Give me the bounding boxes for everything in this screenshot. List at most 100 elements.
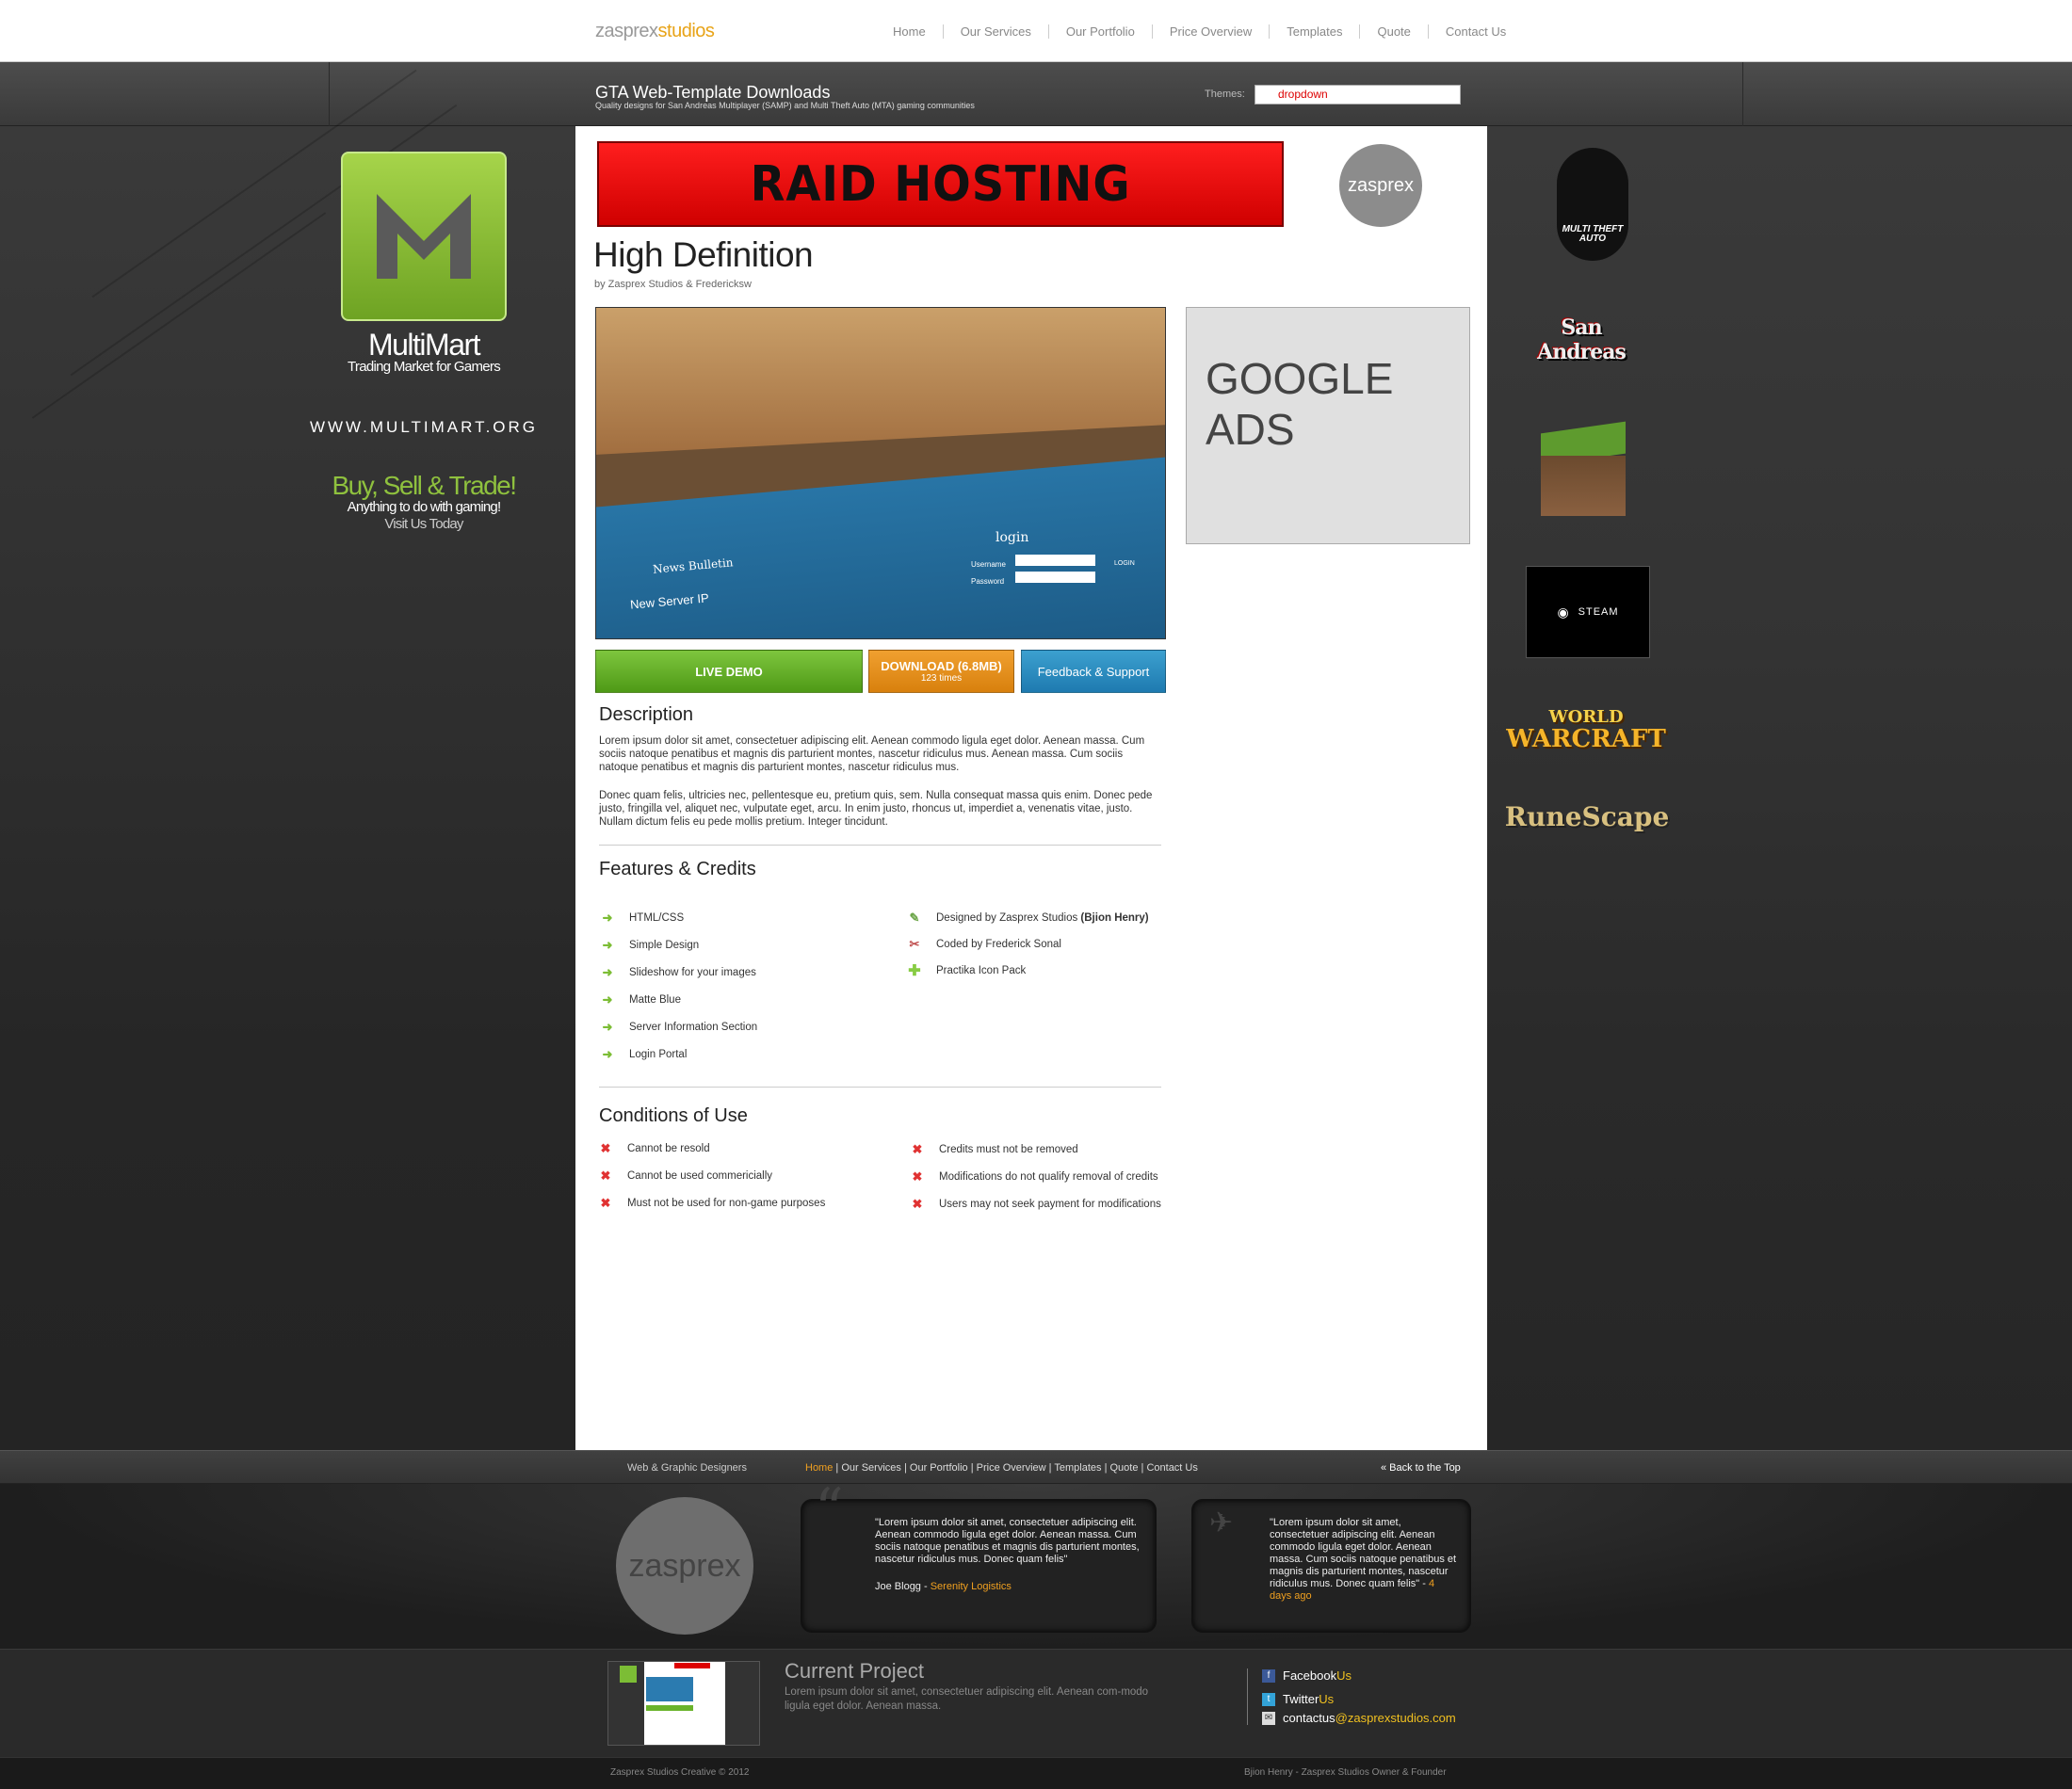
screenshot-login-label: login bbox=[996, 530, 1029, 545]
pencil-icon: ✎ bbox=[909, 911, 920, 925]
email-link[interactable]: ✉ contactus @zasprexstudios.com bbox=[1262, 1711, 1456, 1725]
minecraft-logo[interactable] bbox=[1533, 421, 1633, 525]
nav-our-services[interactable]: Our Services bbox=[942, 24, 1048, 39]
condition-label: Credits must not be removed bbox=[939, 1144, 1078, 1155]
live-demo-label: LIVE DEMO bbox=[695, 664, 763, 679]
footer-nav-home[interactable]: Home bbox=[805, 1462, 833, 1474]
credit-icons-label: Practika Icon Pack bbox=[936, 965, 1027, 976]
facebook-link[interactable]: f Facebook Us bbox=[1262, 1668, 1352, 1683]
feature-label: Server Information Section bbox=[629, 1022, 758, 1033]
description-paragraph-1: Lorem ipsum dolor sit amet, consectetuer… bbox=[599, 735, 1145, 773]
credit-coded: ✂ Coded by Frederick Sonal bbox=[908, 937, 1061, 951]
steam-logo[interactable]: ◉ STEAM bbox=[1526, 566, 1650, 658]
page-title: GTA Web-Template Downloads bbox=[595, 83, 831, 102]
san-andreas-text: San Andreas bbox=[1537, 315, 1627, 364]
mail-icon: ✉ bbox=[1262, 1711, 1275, 1725]
arrow-right-icon: ➜ bbox=[602, 1020, 613, 1034]
twitter-bird-icon: ✈ bbox=[1209, 1507, 1234, 1539]
divider bbox=[1742, 62, 1743, 126]
google-ads-placeholder[interactable]: GOOGLE ADS bbox=[1186, 307, 1470, 544]
nav-price-overview[interactable]: Price Overview bbox=[1151, 24, 1269, 39]
feedback-support-button[interactable]: Feedback & Support bbox=[1021, 650, 1166, 693]
testimonial-1-author: Joe Blogg - Serenity Logistics bbox=[875, 1581, 1012, 1593]
themes-dropdown[interactable]: dropdown bbox=[1255, 85, 1461, 105]
download-button[interactable]: DOWNLOAD (6.8MB) 123 times bbox=[868, 650, 1014, 693]
feature-item: ➜ HTML/CSS bbox=[601, 911, 685, 925]
current-project-thumbnail[interactable] bbox=[607, 1661, 760, 1746]
back-to-top-link[interactable]: « Back to the Top bbox=[1381, 1462, 1461, 1474]
screenshot-username-label: Username bbox=[971, 560, 1006, 569]
nav-contact-us[interactable]: Contact Us bbox=[1427, 24, 1523, 39]
feature-item: ➜ Server Information Section bbox=[601, 1020, 758, 1034]
condition-label: Cannot be used commericially bbox=[627, 1170, 773, 1182]
thumb-page bbox=[644, 1662, 725, 1745]
nav-our-portfolio[interactable]: Our Portfolio bbox=[1047, 24, 1152, 39]
feature-item: ➜ Slideshow for your images bbox=[601, 965, 756, 979]
site-logo[interactable]: zasprexstudios bbox=[595, 21, 715, 42]
mta-logo[interactable]: MULTI THEFT AUTO bbox=[1541, 145, 1644, 264]
twitter-icon: t bbox=[1262, 1692, 1275, 1706]
plus-icon: ✚ bbox=[908, 963, 921, 979]
runescape-text: RuneScape bbox=[1504, 800, 1670, 832]
wow-text-1: WORLD bbox=[1548, 706, 1624, 727]
wire-line bbox=[31, 212, 327, 419]
twitter-link[interactable]: t Twitter Us bbox=[1262, 1692, 1334, 1706]
thumb-screenshot bbox=[646, 1677, 693, 1701]
testimonial-1-name: Joe Blogg - bbox=[875, 1581, 931, 1592]
conditions-heading: Conditions of Use bbox=[599, 1105, 748, 1126]
condition-item: ✖ Cannot be used commericially bbox=[599, 1168, 773, 1183]
feedback-label: Feedback & Support bbox=[1037, 664, 1150, 679]
email-user: contactus bbox=[1283, 1711, 1335, 1725]
footer-nav-contact-us[interactable]: Contact Us bbox=[1146, 1462, 1197, 1474]
footer-nav-price-overview[interactable]: Price Overview bbox=[977, 1462, 1046, 1474]
arrow-right-icon: ➜ bbox=[602, 911, 613, 925]
download-label: DOWNLOAD (6.8MB) bbox=[881, 659, 1002, 673]
world-of-warcraft-logo[interactable]: WORLD WARCRAFT bbox=[1506, 697, 1666, 761]
quote-icon: “ bbox=[815, 1476, 844, 1542]
multimart-url[interactable]: WWW.MULTIMART.ORG bbox=[283, 418, 565, 437]
footer-nav-our-portfolio[interactable]: Our Portfolio bbox=[910, 1462, 968, 1474]
current-project-text: Lorem ipsum dolor sit amet, consectetuer… bbox=[785, 1686, 1149, 1712]
footer-nav-quote[interactable]: Quote bbox=[1110, 1462, 1139, 1474]
feature-item: ➜ Login Portal bbox=[601, 1047, 688, 1061]
nav-quote[interactable]: Quote bbox=[1359, 24, 1427, 39]
facebook-icon: f bbox=[1262, 1668, 1275, 1683]
multimart-logo-icon[interactable] bbox=[341, 152, 507, 321]
footer-nav-our-services[interactable]: Our Services bbox=[841, 1462, 901, 1474]
screenshot-password-field bbox=[1015, 572, 1095, 583]
live-demo-button[interactable]: LIVE DEMO bbox=[595, 650, 863, 693]
tools-icon: ✂ bbox=[909, 937, 920, 951]
condition-item: ✖ Users may not seek payment for modifica… bbox=[911, 1197, 1161, 1211]
zasprex-circle-logo: zasprex bbox=[1339, 144, 1422, 227]
main-nav: Home Our Services Our Portfolio Price Ov… bbox=[876, 24, 1523, 39]
testimonial-1-org[interactable]: Serenity Logistics bbox=[931, 1581, 1012, 1592]
thumb-logo bbox=[620, 1666, 637, 1683]
x-mark-icon: ✖ bbox=[912, 1169, 923, 1184]
nav-templates[interactable]: Templates bbox=[1269, 24, 1359, 39]
condition-label: Users may not seek payment for modificat… bbox=[939, 1199, 1161, 1210]
twitter-us: Us bbox=[1319, 1692, 1335, 1706]
x-mark-icon: ✖ bbox=[600, 1141, 611, 1155]
left-background bbox=[0, 69, 575, 1450]
arrow-right-icon: ➜ bbox=[602, 1047, 613, 1061]
description-heading: Description bbox=[599, 704, 694, 725]
footer-nav-templates[interactable]: Templates bbox=[1054, 1462, 1101, 1474]
mta-logo-text: MULTI THEFT AUTO bbox=[1562, 224, 1624, 244]
thumb-button bbox=[646, 1705, 693, 1711]
raid-hosting-banner[interactable]: RAID HOSTING bbox=[597, 141, 1284, 227]
x-mark-icon: ✖ bbox=[912, 1142, 923, 1156]
runescape-logo[interactable]: RuneScape bbox=[1504, 793, 1670, 840]
multimart-visit[interactable]: Visit Us Today bbox=[283, 516, 565, 532]
feature-item: ➜ Simple Design bbox=[601, 938, 700, 952]
copyright: Zasprex Studios Creative © 2012 bbox=[610, 1767, 750, 1778]
feature-label: Slideshow for your images bbox=[629, 967, 756, 978]
credit-designed-label: Designed by Zasprex Studios bbox=[936, 912, 1078, 924]
condition-item: ✖ Modifications do not qualify removal of… bbox=[911, 1169, 1158, 1184]
product-byline: by Zasprex Studios & Fredericksw bbox=[594, 279, 752, 290]
wow-text-2: WARCRAFT bbox=[1506, 724, 1666, 753]
feature-item: ➜ Matte Blue bbox=[601, 992, 681, 1007]
logo-main-text: zasprex bbox=[595, 21, 658, 41]
nav-home[interactable]: Home bbox=[876, 24, 943, 39]
san-andreas-logo[interactable]: San Andreas bbox=[1530, 288, 1633, 392]
template-screenshot[interactable]: News Bulletin New Server IP login Userna… bbox=[595, 307, 1166, 639]
